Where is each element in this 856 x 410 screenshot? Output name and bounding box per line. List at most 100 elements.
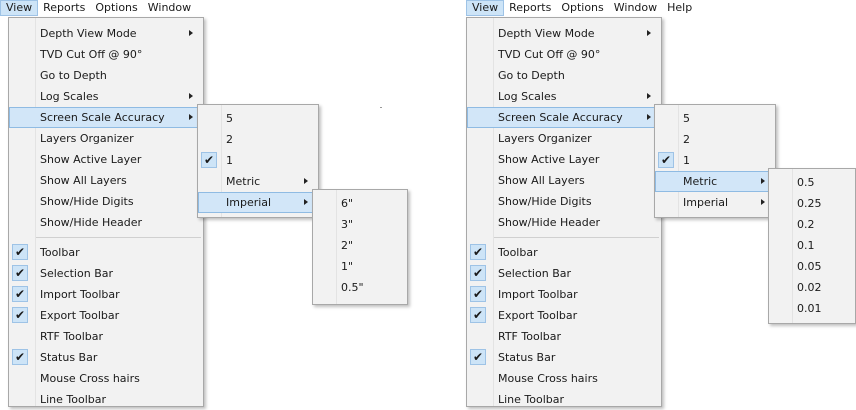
menu-options[interactable]: Options [556,0,608,16]
menu-item-selection-bar[interactable]: ✔ Selection Bar [467,263,661,284]
menu-item-metric-option[interactable]: 0.2 [769,214,855,235]
menu-item-toolbar[interactable]: ✔ Toolbar [9,242,203,263]
submenu-arrow-icon [189,114,193,120]
menu-item-metric-option[interactable]: 0.05 [769,256,855,277]
menu-item-line-toolbar[interactable]: Line Toolbar [467,389,661,410]
menu-item-status-bar[interactable]: ✔ Status Bar [9,347,203,368]
menu-window[interactable]: Window [609,0,662,16]
menu-item-imperial[interactable]: Imperial [655,192,775,213]
menu-item-screen-scale-accuracy[interactable]: Screen Scale Accuracy [467,107,661,128]
menu-item-imperial-option[interactable]: 6" [313,193,407,214]
menu-item-label: Imperial [226,196,272,209]
menu-item-label: Import Toolbar [40,288,120,301]
menu-item-label: Toolbar [498,246,538,259]
screen-scale-accuracy-submenu: 5 2 ✔ 1 Metric Imperial [654,104,776,218]
menu-item-line-toolbar[interactable]: Line Toolbar [9,389,203,410]
menu-item-tvd-cut-off[interactable]: TVD Cut Off @ 90° [9,44,203,65]
menu-item-imperial-option[interactable]: 2" [313,235,407,256]
menu-item-label: Mouse Cross hairs [498,372,598,385]
menu-item-export-toolbar[interactable]: ✔ Export Toolbar [9,305,203,326]
submenu-arrow-icon [304,199,308,205]
menu-item-label: Log Scales [40,90,99,103]
menu-item-show-all-layers[interactable]: Show All Layers [9,170,203,191]
menu-item-show-hide-header[interactable]: Show/Hide Header [467,212,661,233]
checkmark-icon: ✔ [12,265,28,281]
menu-item-label: Imperial [683,196,729,209]
menu-item-selection-bar[interactable]: ✔ Selection Bar [9,263,203,284]
menu-item-show-hide-digits[interactable]: Show/Hide Digits [9,191,203,212]
menu-item-label: 0.02 [797,281,822,294]
menu-item-metric-option[interactable]: 0.1 [769,235,855,256]
menu-item-rtf-toolbar[interactable]: RTF Toolbar [9,326,203,347]
menu-item-mouse-cross-hairs[interactable]: Mouse Cross hairs [467,368,661,389]
menu-item-accuracy-2[interactable]: 2 [655,129,775,150]
menu-item-metric-option[interactable]: 0.25 [769,193,855,214]
menu-item-import-toolbar[interactable]: ✔ Import Toolbar [467,284,661,305]
menu-item-show-active-layer[interactable]: Show Active Layer [9,149,203,170]
menu-item-mouse-cross-hairs[interactable]: Mouse Cross hairs [9,368,203,389]
menu-item-depth-view-mode[interactable]: Depth View Mode [9,23,203,44]
menu-item-label: Show/Hide Header [40,216,143,229]
menu-item-show-hide-digits[interactable]: Show/Hide Digits [467,191,661,212]
menu-item-label: 3" [341,218,354,231]
menu-item-label: TVD Cut Off @ 90° [498,48,601,61]
menu-item-accuracy-1[interactable]: ✔ 1 [655,150,775,171]
menu-item-label: Status Bar [498,351,556,364]
menu-item-imperial-option[interactable]: 0.5" [313,277,407,298]
menu-item-screen-scale-accuracy[interactable]: Screen Scale Accuracy [9,107,203,128]
menu-item-metric-option[interactable]: 0.01 [769,298,855,319]
menu-item-metric-option[interactable]: 0.5 [769,172,855,193]
checkmark-icon: ✔ [470,244,486,260]
menu-item-label: Show/Hide Digits [40,195,134,208]
menu-view[interactable]: View [466,0,505,16]
checkmark-icon: ✔ [658,152,674,168]
left-screenshot: View Reports Options Window Depth View M… [0,0,428,407]
menu-item-import-toolbar[interactable]: ✔ Import Toolbar [9,284,203,305]
menu-item-layers-organizer[interactable]: Layers Organizer [9,128,203,149]
menu-item-accuracy-1[interactable]: ✔ 1 [198,150,318,171]
menu-item-go-to-depth[interactable]: Go to Depth [467,65,661,86]
menu-item-label: Log Scales [498,90,557,103]
menu-item-label: Show/Hide Digits [498,195,592,208]
menu-item-imperial[interactable]: Imperial [198,192,318,213]
menu-item-imperial-option[interactable]: 3" [313,214,407,235]
menu-item-show-active-layer[interactable]: Show Active Layer [467,149,661,170]
submenu-arrow-icon [304,178,308,184]
menu-item-accuracy-2[interactable]: 2 [198,129,318,150]
menu-item-log-scales[interactable]: Log Scales [9,86,203,107]
menu-item-status-bar[interactable]: ✔ Status Bar [467,347,661,368]
menu-item-metric[interactable]: Metric [198,171,318,192]
menu-item-accuracy-5[interactable]: 5 [198,108,318,129]
stray-pixel [380,107,382,108]
menu-item-metric[interactable]: Metric [655,171,775,192]
menu-reports[interactable]: Reports [38,0,90,16]
menu-item-accuracy-5[interactable]: 5 [655,108,775,129]
menu-item-label: 0.25 [797,197,822,210]
menu-item-label: Metric [683,175,718,188]
menu-item-show-hide-header[interactable]: Show/Hide Header [9,212,203,233]
menu-item-label: Line Toolbar [40,393,107,406]
menu-item-imperial-option[interactable]: 1" [313,256,407,277]
menu-item-log-scales[interactable]: Log Scales [467,86,661,107]
menu-item-rtf-toolbar[interactable]: RTF Toolbar [467,326,661,347]
menu-item-label: 1 [226,154,233,167]
menu-item-depth-view-mode[interactable]: Depth View Mode [467,23,661,44]
menu-bar: View Reports Options Window [0,0,196,16]
menu-options[interactable]: Options [90,0,142,16]
menu-item-export-toolbar[interactable]: ✔ Export Toolbar [467,305,661,326]
checkmark-icon: ✔ [470,349,486,365]
menu-item-layers-organizer[interactable]: Layers Organizer [467,128,661,149]
menu-view[interactable]: View [0,0,39,16]
menu-item-label: TVD Cut Off @ 90° [40,48,143,61]
submenu-arrow-icon [647,114,651,120]
menu-item-label: Line Toolbar [498,393,565,406]
menu-item-label: Mouse Cross hairs [40,372,140,385]
menu-item-tvd-cut-off[interactable]: TVD Cut Off @ 90° [467,44,661,65]
menu-item-show-all-layers[interactable]: Show All Layers [467,170,661,191]
menu-help[interactable]: Help [662,0,697,16]
menu-item-metric-option[interactable]: 0.02 [769,277,855,298]
menu-reports[interactable]: Reports [504,0,556,16]
menu-item-go-to-depth[interactable]: Go to Depth [9,65,203,86]
menu-item-toolbar[interactable]: ✔ Toolbar [467,242,661,263]
menu-window[interactable]: Window [143,0,196,16]
